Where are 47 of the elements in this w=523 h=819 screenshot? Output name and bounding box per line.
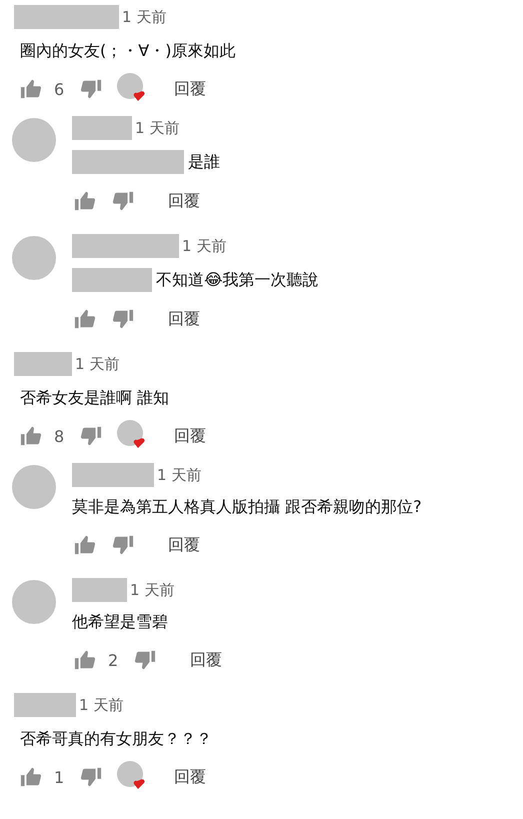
comment-time: 1 天前	[182, 236, 226, 256]
like-count: 2	[108, 650, 118, 670]
thumbs-up-icon[interactable]	[20, 78, 42, 100]
thumbs-down-icon[interactable]	[80, 766, 102, 788]
avatar	[12, 236, 56, 280]
thumbs-up-icon[interactable]	[20, 425, 42, 447]
comment-text: 他希望是雪碧	[72, 612, 168, 633]
reply-button[interactable]: 回覆	[174, 78, 206, 100]
comment-text: 否希女友是誰啊 誰知	[19, 388, 170, 409]
avatar	[12, 580, 56, 624]
thumbs-down-icon[interactable]	[112, 534, 134, 556]
comment-time: 1 天前	[130, 580, 174, 600]
reply-button[interactable]: 回覆	[190, 650, 222, 670]
thumbs-up-icon[interactable]	[20, 766, 42, 788]
thumbs-up-icon[interactable]	[74, 308, 96, 330]
reply-button[interactable]: 回覆	[168, 190, 200, 212]
thumbs-up-icon[interactable]	[74, 649, 96, 671]
thumbs-down-icon[interactable]	[134, 649, 156, 671]
reply-button[interactable]: 回覆	[168, 534, 200, 556]
comment-time: 1 天前	[75, 354, 120, 374]
redacted-name	[72, 578, 127, 602]
comment-time: 1 天前	[79, 696, 124, 714]
like-count: 8	[54, 426, 64, 446]
redacted-name	[14, 693, 76, 717]
comment-text: 莫非是為第五人格真人版拍攝 跟否希親吻的那位?	[72, 497, 422, 518]
thumbs-down-icon[interactable]	[112, 190, 134, 212]
avatar	[12, 465, 56, 509]
thumbs-up-icon[interactable]	[74, 534, 96, 556]
comment-text: 否希哥真的有女朋友？？？	[19, 729, 213, 750]
reply-button[interactable]: 回覆	[174, 426, 206, 446]
comment-time: 1 天前	[122, 8, 166, 26]
like-count: 1	[54, 768, 64, 786]
reply-button[interactable]: 回覆	[174, 766, 206, 788]
comment-time: 1 天前	[135, 118, 180, 138]
comment-time: 1 天前	[157, 466, 202, 484]
comment-text: 不知道😂我第一次聽說	[156, 270, 319, 290]
like-count: 6	[54, 80, 64, 98]
avatar	[12, 118, 56, 162]
redacted-name	[14, 352, 72, 376]
thumbs-down-icon[interactable]	[80, 425, 102, 447]
thumbs-up-icon[interactable]	[74, 190, 96, 212]
comment-text: 圈內的女友(；・∀・)原來如此	[19, 41, 236, 62]
thumbs-down-icon[interactable]	[112, 308, 134, 330]
thumbs-down-icon[interactable]	[80, 78, 102, 100]
comment-text: 是誰	[188, 152, 220, 172]
reply-button[interactable]: 回覆	[168, 308, 200, 330]
redacted-name	[72, 116, 132, 140]
